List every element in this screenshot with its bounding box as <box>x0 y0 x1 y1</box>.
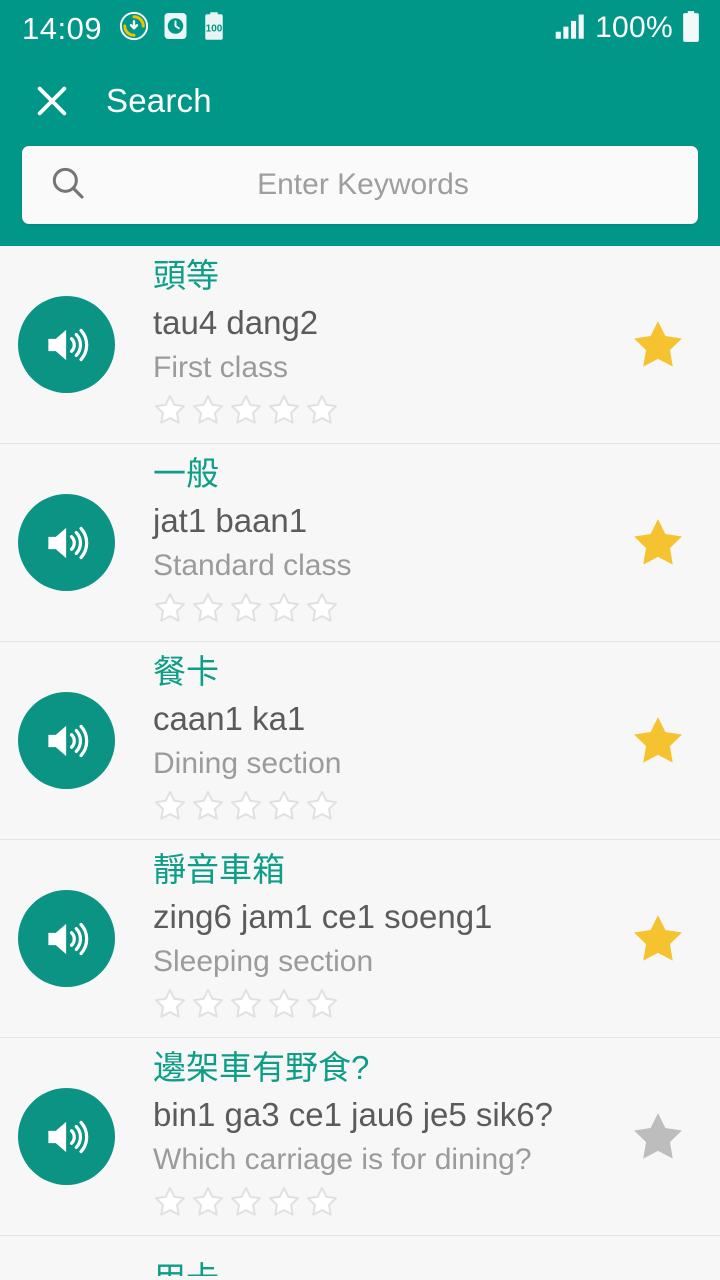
battery-saver-icon: 100 <box>202 11 226 46</box>
rating-stars[interactable] <box>153 987 616 1026</box>
rating-stars[interactable] <box>153 591 616 630</box>
rating-star[interactable] <box>153 1185 187 1224</box>
rating-stars[interactable] <box>153 393 616 432</box>
battery-percent-label: 100% <box>595 11 673 44</box>
list-item-romanization: bin1 ga3 ce1 jau6 je5 sik6? <box>153 1095 553 1133</box>
list-item-headword: 頭等 <box>153 256 219 294</box>
rating-star[interactable] <box>267 789 301 828</box>
svg-text:100: 100 <box>206 23 223 34</box>
search-bar-container <box>0 146 720 246</box>
status-bar-system-icons: 100% <box>554 10 702 47</box>
list-item[interactable]: 頭等 tau4 dang2 First class <box>0 246 720 444</box>
rating-star[interactable] <box>191 591 225 630</box>
rating-star[interactable] <box>229 393 263 432</box>
list-item-headword: 邊架車有野食? <box>153 1048 370 1086</box>
favorite-star-button-active[interactable] <box>626 511 690 575</box>
rating-stars[interactable] <box>153 789 616 828</box>
list-item[interactable]: 用卡 <box>0 1236 720 1276</box>
alarm-icon <box>162 11 189 46</box>
list-item-gloss: Sleeping section <box>153 944 374 978</box>
sync-icon <box>119 11 149 46</box>
rating-star[interactable] <box>305 591 339 630</box>
list-item-text: 用卡 <box>115 1258 690 1276</box>
rating-star[interactable] <box>153 789 187 828</box>
list-item-text: 邊架車有野食? bin1 ga3 ce1 jau6 je5 sik6? Whic… <box>115 1047 616 1226</box>
list-item-headword: 一般 <box>153 454 219 492</box>
rating-star[interactable] <box>229 1185 263 1224</box>
list-item-romanization: jat1 baan1 <box>153 501 308 539</box>
search-icon <box>48 163 88 208</box>
list-item-romanization: zing6 jam1 ce1 soeng1 <box>153 897 493 935</box>
list-item-gloss: Standard class <box>153 548 352 582</box>
rating-star[interactable] <box>153 987 187 1026</box>
signal-icon <box>554 12 588 45</box>
page-title: Search <box>106 82 212 119</box>
list-item-romanization: caan1 ka1 <box>153 699 306 737</box>
status-bar-clock: 14:09 <box>22 10 103 46</box>
list-item-gloss: First class <box>153 350 288 384</box>
status-bar: 14:09 100 100% <box>0 0 720 56</box>
favorite-star-button-active[interactable] <box>626 313 690 377</box>
rating-star[interactable] <box>191 789 225 828</box>
app-screen: 14:09 100 100% Search Enter Keywords 頭等 … <box>0 0 720 1280</box>
speaker-icon[interactable] <box>18 692 115 789</box>
rating-star[interactable] <box>267 591 301 630</box>
list-item-gloss: Which carriage is for dining? <box>153 1142 532 1176</box>
list-item-gloss: Dining section <box>153 746 342 780</box>
speaker-icon[interactable] <box>18 890 115 987</box>
rating-star[interactable] <box>267 1185 301 1224</box>
speaker-icon[interactable] <box>18 1088 115 1185</box>
rating-star[interactable] <box>191 987 225 1026</box>
list-item-headword: 靜音車箱 <box>153 850 285 888</box>
rating-star[interactable] <box>305 789 339 828</box>
list-item-text: 一般 jat1 baan1 Standard class <box>115 453 616 632</box>
rating-star[interactable] <box>229 591 263 630</box>
app-bar: Search <box>0 56 720 146</box>
battery-icon <box>680 10 702 47</box>
search-results-list[interactable]: 頭等 tau4 dang2 First class 一般 jat1 baan1 <box>0 246 720 1276</box>
rating-star[interactable] <box>153 393 187 432</box>
list-item[interactable]: 餐卡 caan1 ka1 Dining section <box>0 642 720 840</box>
rating-star[interactable] <box>305 987 339 1026</box>
list-item-romanization: tau4 dang2 <box>153 303 319 341</box>
list-item[interactable]: 一般 jat1 baan1 Standard class <box>0 444 720 642</box>
rating-star[interactable] <box>267 987 301 1026</box>
rating-star[interactable] <box>191 393 225 432</box>
list-item-headword: 用卡 <box>153 1258 690 1276</box>
close-icon[interactable] <box>26 75 78 127</box>
list-item-text: 餐卡 caan1 ka1 Dining section <box>115 651 616 830</box>
list-item-text: 靜音車箱 zing6 jam1 ce1 soeng1 Sleeping sect… <box>115 849 616 1028</box>
rating-star[interactable] <box>305 1185 339 1224</box>
rating-star[interactable] <box>229 987 263 1026</box>
favorite-star-button-active[interactable] <box>626 907 690 971</box>
status-bar-notification-icons: 100 <box>119 11 226 46</box>
favorite-star-button-inactive[interactable] <box>626 1105 690 1169</box>
list-item[interactable]: 邊架車有野食? bin1 ga3 ce1 jau6 je5 sik6? Whic… <box>0 1038 720 1236</box>
search-input[interactable] <box>88 168 672 202</box>
favorite-star-button-active[interactable] <box>626 709 690 773</box>
rating-star[interactable] <box>305 393 339 432</box>
rating-star[interactable] <box>267 393 301 432</box>
rating-star[interactable] <box>153 591 187 630</box>
speaker-icon[interactable] <box>18 494 115 591</box>
search-box[interactable] <box>22 146 698 224</box>
speaker-icon[interactable] <box>18 296 115 393</box>
list-item-text: 頭等 tau4 dang2 First class <box>115 255 616 434</box>
list-item[interactable]: 靜音車箱 zing6 jam1 ce1 soeng1 Sleeping sect… <box>0 840 720 1038</box>
rating-star[interactable] <box>191 1185 225 1224</box>
rating-stars[interactable] <box>153 1185 616 1224</box>
rating-star[interactable] <box>229 789 263 828</box>
list-item-headword: 餐卡 <box>153 652 219 690</box>
